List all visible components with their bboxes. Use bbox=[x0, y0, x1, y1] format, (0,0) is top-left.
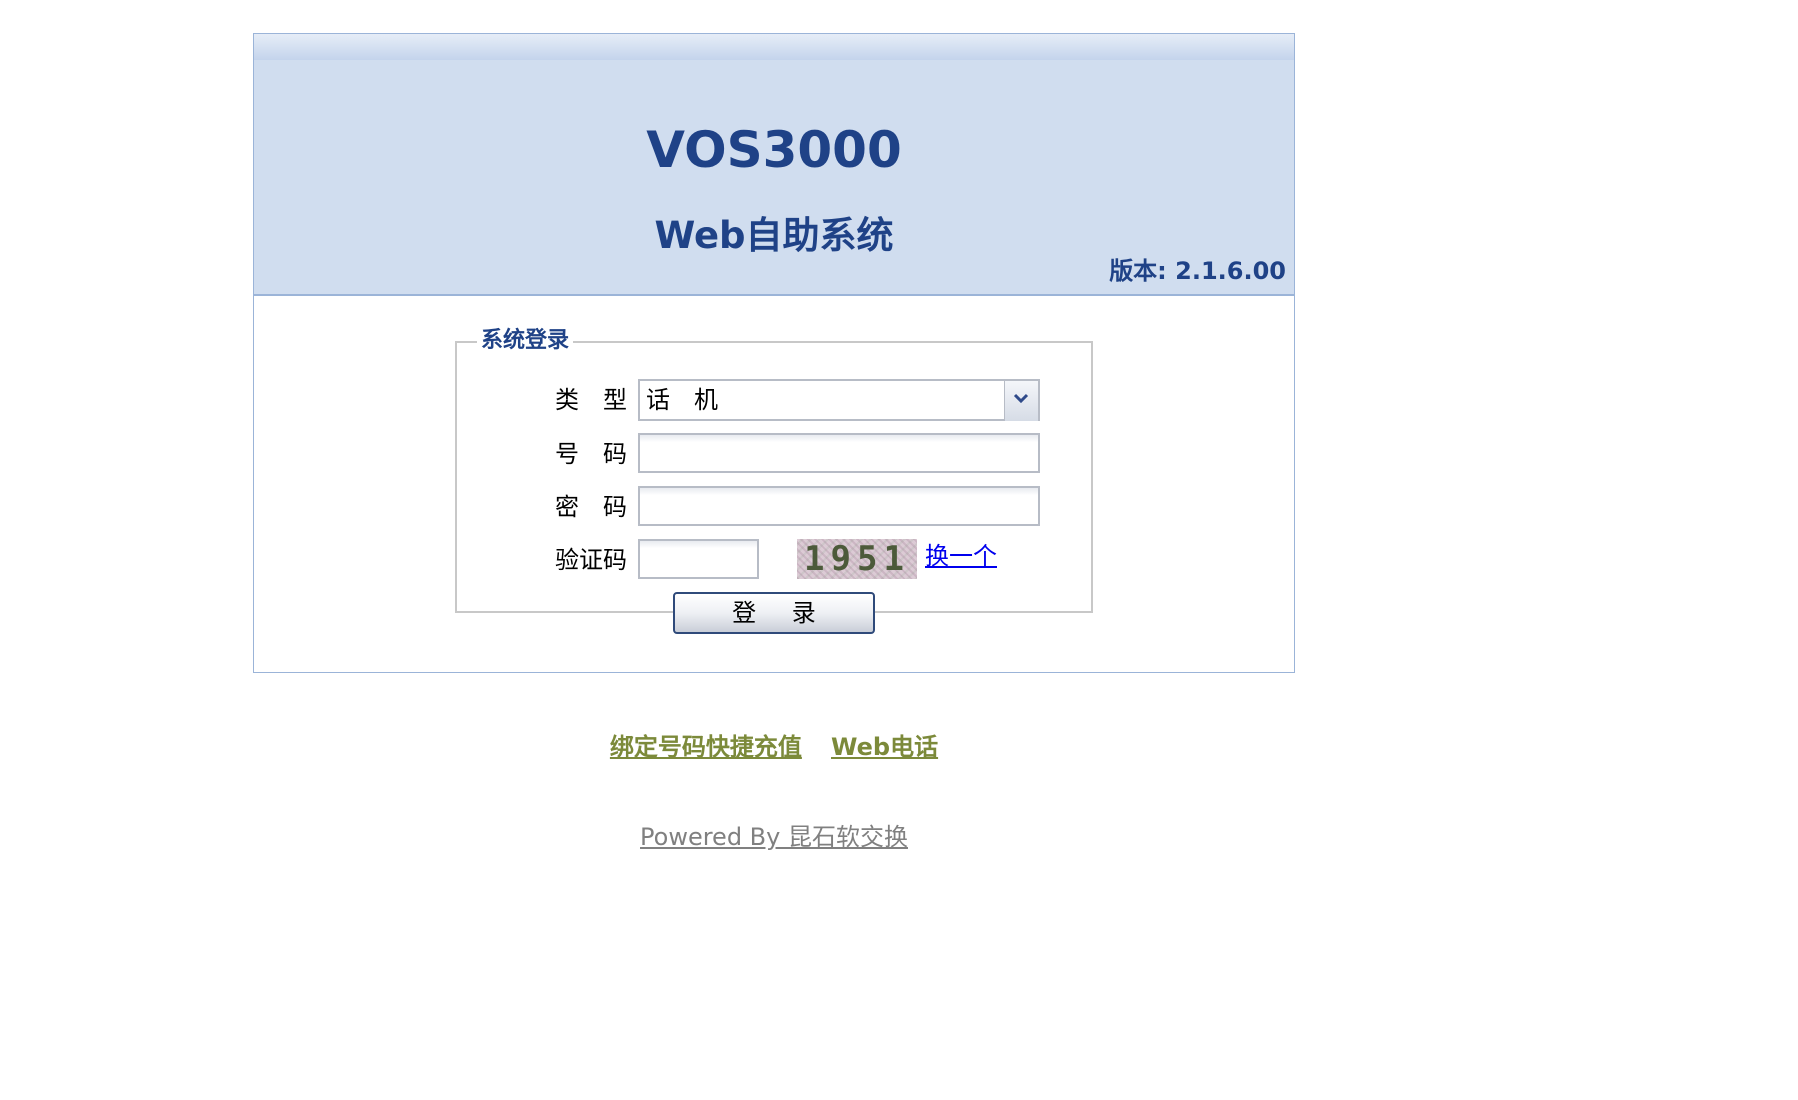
powered-by-link[interactable]: Powered By 昆石软交换 bbox=[0, 822, 1548, 852]
panel-header: VOS3000 Web自助系统 版本: 2.1.6.00 bbox=[254, 34, 1294, 296]
captcha-label: 验证码 bbox=[555, 546, 627, 574]
captcha-image: 1951 bbox=[797, 539, 917, 579]
type-select[interactable]: 话 机 bbox=[638, 379, 1040, 421]
header-strip bbox=[254, 34, 1294, 60]
login-button[interactable]: 登 录 bbox=[673, 592, 875, 634]
refresh-captcha-link[interactable]: 换一个 bbox=[925, 541, 997, 571]
app-title: VOS3000 bbox=[646, 121, 902, 179]
type-label: 类 型 bbox=[555, 386, 627, 414]
type-select-value: 话 机 bbox=[646, 386, 718, 414]
chevron-down-icon bbox=[1013, 393, 1029, 404]
login-fieldset: 系统登录 类 型 话 机 号 码 密 码 验证码 1951 换一个 bbox=[455, 326, 1093, 613]
password-input[interactable] bbox=[638, 486, 1040, 526]
captcha-input[interactable] bbox=[638, 539, 759, 579]
number-input[interactable] bbox=[638, 433, 1040, 473]
bind-recharge-link[interactable]: 绑定号码快捷充值 bbox=[610, 732, 802, 762]
number-label: 号 码 bbox=[555, 440, 627, 468]
login-legend: 系统登录 bbox=[477, 326, 574, 356]
web-phone-link[interactable]: Web电话 bbox=[831, 732, 938, 762]
login-page: VOS3000 Web自助系统 版本: 2.1.6.00 系统登录 类 型 话 … bbox=[0, 0, 1798, 1100]
type-select-button[interactable] bbox=[1004, 381, 1038, 421]
quick-links: 绑定号码快捷充值 Web电话 bbox=[0, 732, 1548, 762]
app-subtitle: Web自助系统 bbox=[654, 214, 894, 257]
password-label: 密 码 bbox=[555, 493, 627, 521]
version-label: 版本: 2.1.6.00 bbox=[1109, 257, 1286, 285]
